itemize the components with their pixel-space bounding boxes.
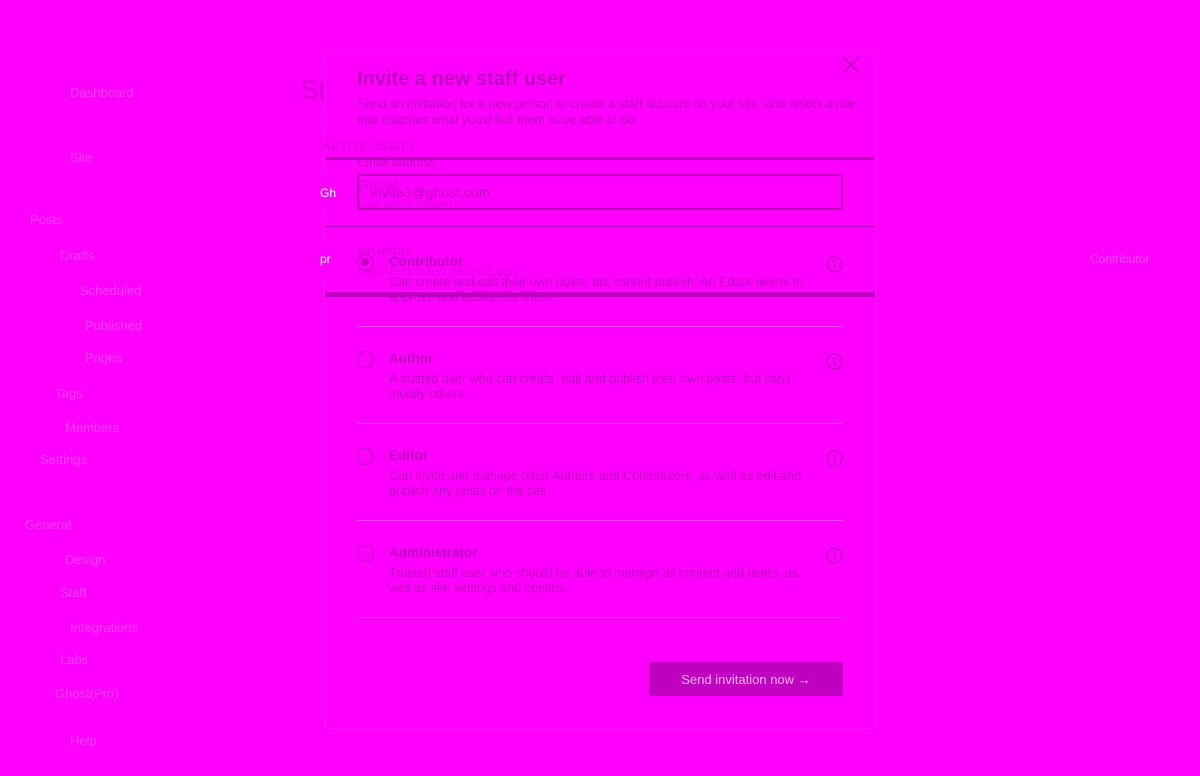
sidebar-item[interactable]: Dashboard (70, 85, 134, 100)
role-name: Administrator (389, 545, 478, 560)
role-option-editor[interactable]: Editor Can invite and manage other Autho… (357, 424, 843, 521)
avatar-initials: pr (320, 252, 331, 266)
role-radio[interactable] (357, 351, 374, 368)
modal-title: Invite a new staff user (357, 68, 566, 90)
sidebar-item[interactable]: Site (70, 150, 92, 165)
avatar-initials: Gh (320, 186, 337, 200)
sidebar-item[interactable]: Help (70, 733, 97, 748)
close-button[interactable] (840, 54, 862, 76)
role-description: Trusted staff user who should be able to… (389, 566, 799, 595)
role-radio[interactable] (357, 254, 374, 271)
role-radio[interactable] (357, 448, 374, 465)
modal-subtitle: Send an invitation for a new person to c… (357, 97, 857, 127)
sidebar-item[interactable]: Integrations (70, 620, 138, 635)
sidebar-item[interactable]: Published (85, 318, 142, 333)
sidebar-item[interactable]: Staff (60, 585, 87, 600)
info-icon[interactable] (826, 450, 843, 467)
role-name: Editor (389, 448, 428, 463)
role-option-author[interactable]: Author A trusted user who can create, ed… (357, 327, 843, 424)
sidebar-item[interactable]: Scheduled (80, 283, 141, 298)
sidebar-item[interactable]: Drafts (60, 248, 95, 263)
email-label: Email address (357, 155, 437, 169)
sidebar-item[interactable]: Tags (55, 386, 82, 401)
role-option-administrator[interactable]: Administrator Trusted staff user who sho… (357, 521, 843, 618)
info-icon[interactable] (826, 353, 843, 370)
sidebar-item[interactable]: General (25, 517, 71, 532)
role-name: Contributor (389, 254, 464, 269)
role-description: Can invite and manage other Authors and … (389, 469, 802, 498)
sidebar-item[interactable]: Ghost(Pro) (55, 686, 119, 701)
role-option-contributor[interactable]: Contributor Can create and edit their ow… (357, 230, 843, 327)
sidebar-item[interactable]: Pages (85, 350, 122, 365)
role-description: Can create and edit their own posts, but… (389, 275, 804, 304)
info-icon[interactable] (826, 256, 843, 273)
role-radio[interactable] (357, 545, 374, 562)
email-field[interactable] (357, 174, 843, 210)
sidebar-item[interactable]: Posts (30, 212, 63, 227)
divider (325, 226, 875, 227)
sidebar-item[interactable]: Design (65, 552, 105, 567)
role-description: A trusted user who can create, edit and … (389, 372, 791, 401)
user-role-label: Contributor (1090, 252, 1150, 266)
send-invitation-button[interactable]: Send invitation now → (649, 662, 843, 696)
sidebar-item[interactable]: Settings (40, 452, 87, 467)
sidebar-item[interactable]: Members (65, 420, 119, 435)
info-icon[interactable] (826, 547, 843, 564)
close-icon (842, 56, 860, 74)
section-label: ACTIVE USERS (322, 139, 415, 153)
sidebar-item[interactable]: Labs (60, 652, 88, 667)
sidebar: Dashboard Site Posts Drafts Scheduled Pu… (0, 0, 300, 776)
role-name: Author (389, 351, 434, 366)
